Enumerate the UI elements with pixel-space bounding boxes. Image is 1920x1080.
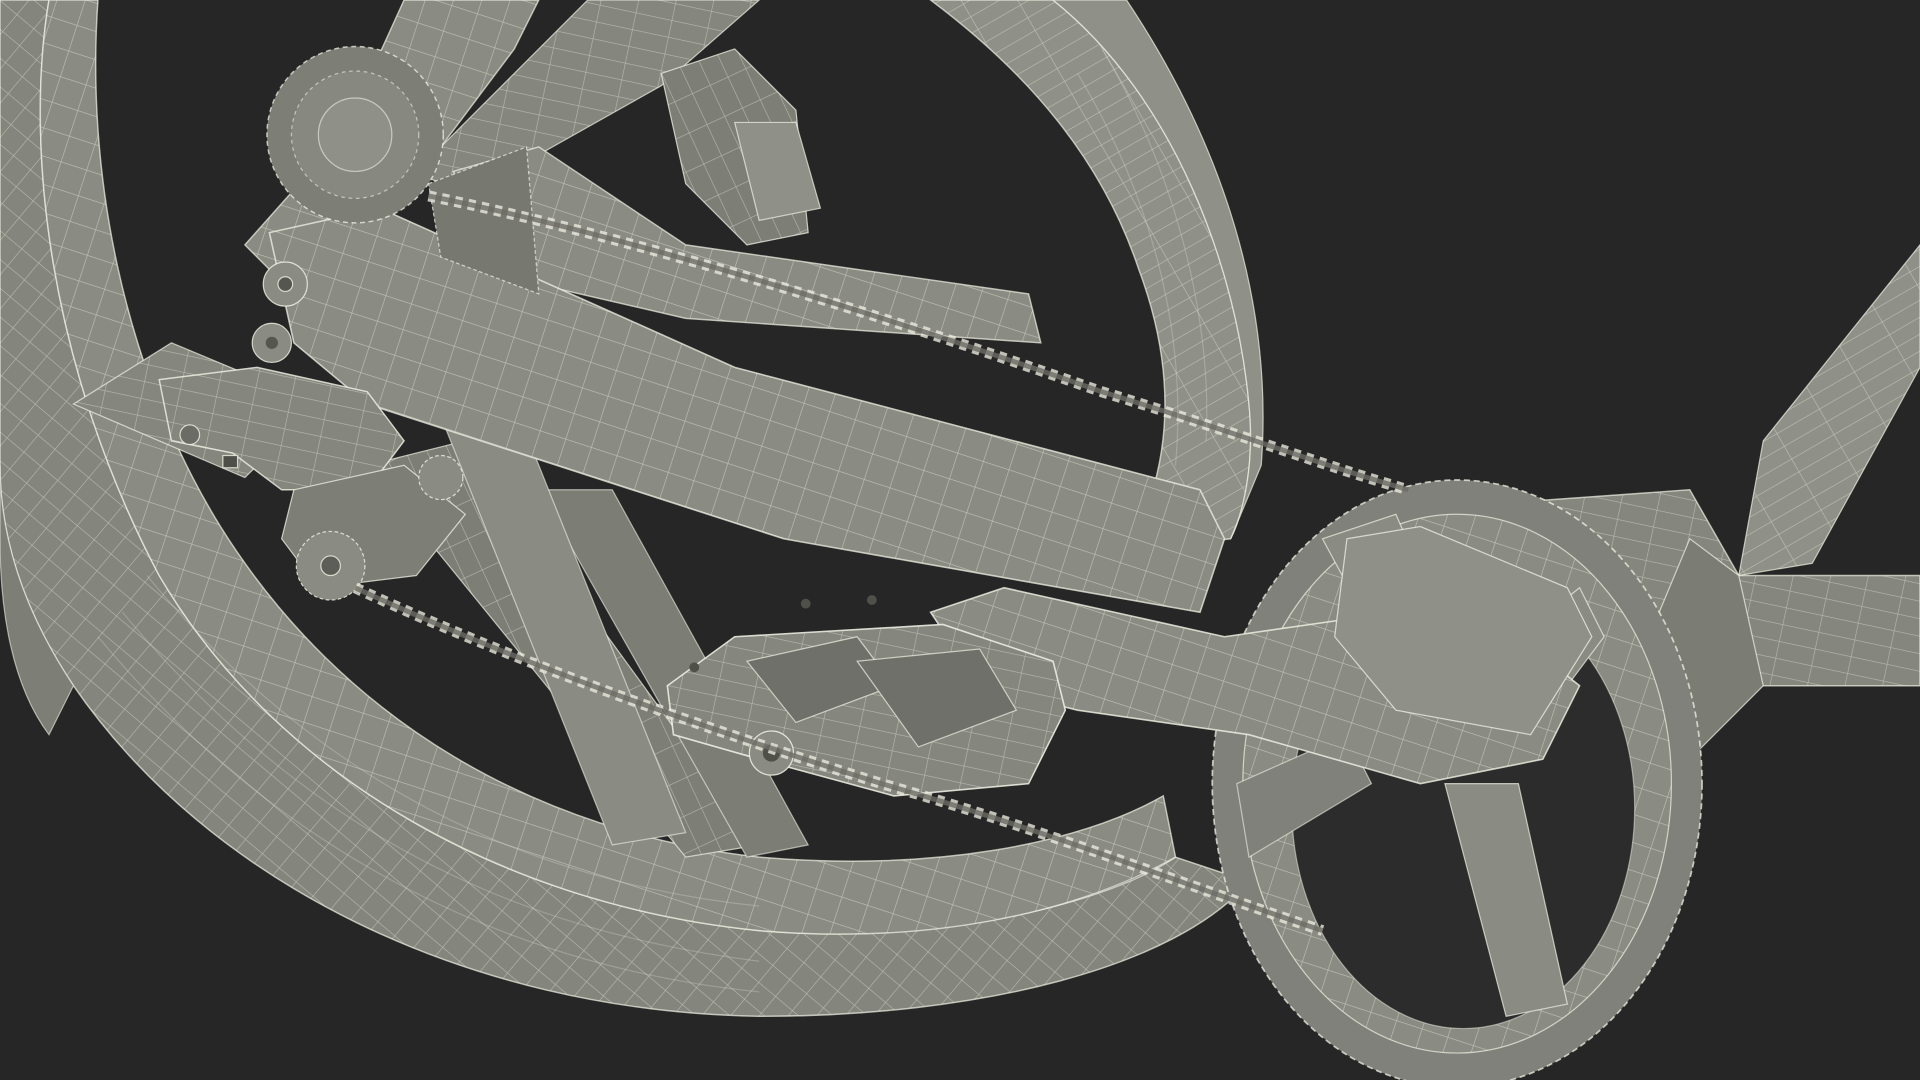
pedal-pin-2 [866, 595, 877, 605]
cassette-cog-small [317, 97, 393, 173]
axle-nut-upper-core [277, 276, 294, 293]
jockey-wheel-lower-hub [320, 555, 342, 577]
bicycle-drivetrain-render [0, 0, 1920, 1080]
pedal-pin-1 [800, 598, 811, 609]
pedal-pin-3 [689, 662, 700, 673]
axle-nut-lower-core [265, 336, 278, 349]
derailleur-bolt [222, 454, 239, 469]
derailleur-pivot [179, 424, 201, 446]
jockey-wheel-upper [418, 454, 464, 501]
